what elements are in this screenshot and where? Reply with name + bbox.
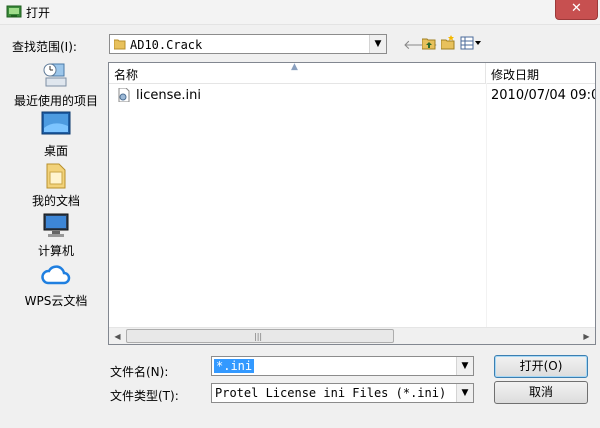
sort-ascending-icon: ▲	[291, 62, 298, 72]
computer-icon	[43, 213, 69, 237]
close-button[interactable]: ✕	[555, 0, 598, 20]
file-type-label: 文件类型(T):	[110, 389, 179, 403]
file-list[interactable]: 名称 ▲ 修改日期 license.ini 2010/07/04 09:03 ◀…	[108, 62, 596, 345]
place-recent-items[interactable]: 最近使用的项目	[6, 60, 106, 109]
horizontal-scrollbar[interactable]: ◀ ||| ▶	[109, 327, 595, 344]
up-folder-icon[interactable]	[422, 36, 436, 50]
app-icon	[6, 5, 22, 18]
place-my-documents[interactable]: 我的文档	[6, 160, 106, 209]
file-type-value: Protel License ini Files (*.ini)	[215, 386, 447, 400]
wps-cloud-icon	[41, 265, 71, 285]
chevron-down-icon[interactable]: ▼	[456, 357, 473, 375]
file-modified-date: 2010/07/04 09:03	[491, 88, 596, 103]
place-computer[interactable]: 计算机	[6, 210, 106, 259]
place-label: 计算机	[37, 244, 74, 258]
scrollbar-thumb[interactable]: |||	[126, 329, 394, 343]
title-bar: 打开 ✕	[0, 0, 600, 25]
file-name-label: 文件名(N):	[110, 365, 169, 379]
place-label: 最近使用的项目	[13, 94, 98, 108]
scroll-left-icon[interactable]: ◀	[110, 329, 125, 344]
my-documents-icon	[46, 163, 66, 189]
file-name-input[interactable]: *.ini ▼	[211, 356, 474, 376]
column-header-modified[interactable]: 修改日期	[487, 63, 595, 83]
window-title: 打开	[26, 6, 51, 20]
place-desktop[interactable]: 桌面	[6, 110, 106, 159]
file-row[interactable]: license.ini 2010/07/04 09:03	[114, 87, 596, 105]
cancel-button[interactable]: 取消	[494, 381, 588, 404]
chevron-down-icon[interactable]: ▼	[456, 384, 473, 402]
desktop-icon	[41, 111, 71, 135]
list-header: 名称 ▲ 修改日期	[109, 62, 595, 84]
open-button[interactable]: 打开(O)	[494, 355, 588, 378]
look-in-value: AD10.Crack	[130, 38, 203, 52]
chevron-down-icon[interactable]: ▼	[369, 35, 386, 53]
place-wps-cloud[interactable]: WPS云文档	[6, 260, 106, 309]
column-divider	[486, 83, 487, 328]
place-label: 我的文档	[31, 194, 80, 208]
ini-file-icon	[118, 88, 130, 102]
file-name: license.ini	[136, 88, 201, 103]
scroll-right-icon[interactable]: ▶	[579, 329, 594, 344]
grip-icon: |||	[254, 332, 263, 341]
folder-icon	[114, 39, 126, 50]
file-type-dropdown[interactable]: Protel License ini Files (*.ini) ▼	[211, 383, 474, 403]
file-name-value: *.ini	[214, 359, 255, 373]
recent-items-icon	[43, 63, 67, 87]
new-folder-icon[interactable]	[441, 35, 455, 50]
view-menu-icon[interactable]	[460, 36, 482, 50]
place-label: 桌面	[43, 144, 68, 158]
place-label: WPS云文档	[24, 294, 88, 308]
look-in-label: 查找范围(I):	[12, 40, 77, 54]
look-in-dropdown[interactable]: AD10.Crack ▼	[109, 34, 387, 54]
